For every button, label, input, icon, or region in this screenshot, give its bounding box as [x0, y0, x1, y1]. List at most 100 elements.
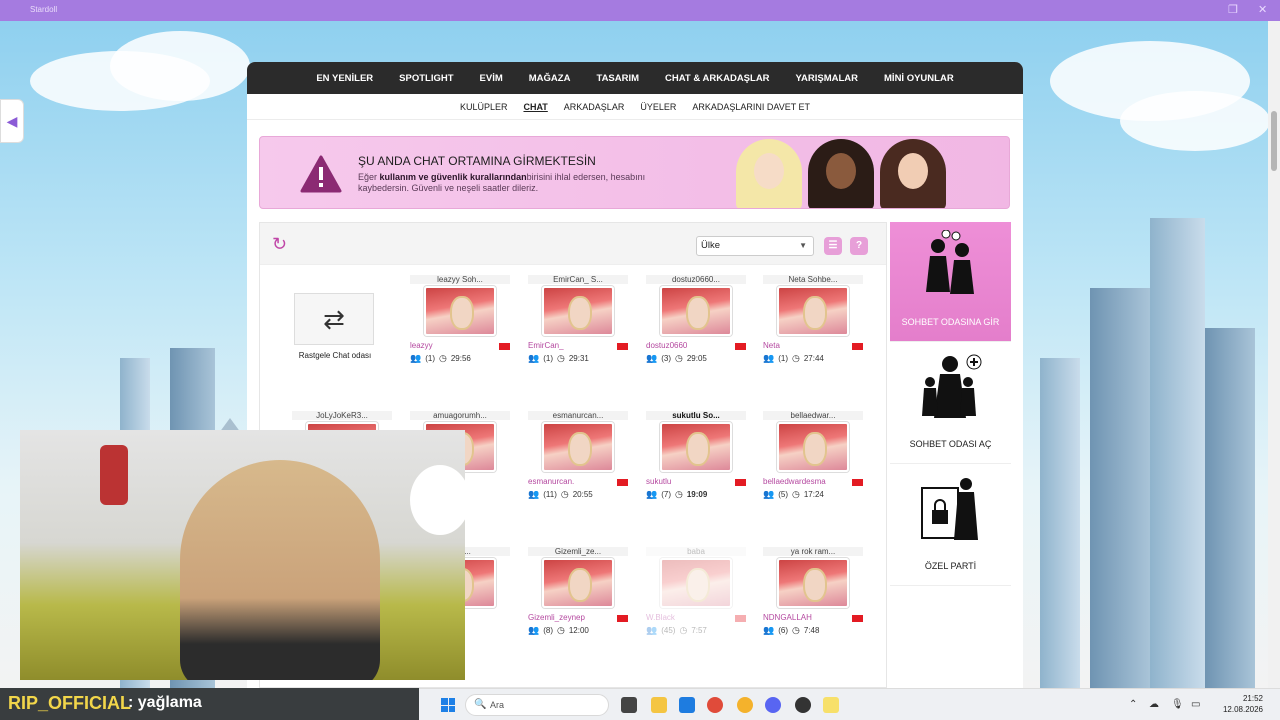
private-party-button[interactable]: ÖZEL PARTİ: [890, 466, 1011, 586]
room-user-count: (45): [661, 626, 676, 635]
windows-start-icon[interactable]: [441, 698, 455, 712]
shuffle-icon: ⇄: [294, 293, 374, 345]
room-time: 27:44: [803, 354, 824, 363]
room-owner-link[interactable]: esmanurcan.: [528, 477, 574, 486]
room-user-count: (11): [543, 490, 557, 499]
microphone-icon[interactable]: 🎙: [1171, 699, 1184, 710]
room-name: Gizemli_ze...: [528, 547, 628, 556]
sub-nav: KULÜPLER CHAT ARKADAŞLAR ÜYELER ARKADAŞL…: [247, 94, 1023, 120]
room-time: 19:09: [686, 490, 708, 499]
discord-icon[interactable]: [765, 697, 781, 713]
open-chat-room-button[interactable]: SOHBET ODASI AÇ: [890, 344, 1011, 464]
task-view-icon[interactable]: [621, 697, 637, 713]
taskbar-clock[interactable]: 21:52 12.08.2026: [1213, 693, 1263, 715]
room-owner-link[interactable]: leazyy: [410, 341, 433, 350]
browser-icon[interactable]: [737, 697, 753, 713]
chat-room-card[interactable]: ya rok ram... NDNGALLAH 👥 (6) ◷ 7:48: [763, 547, 863, 647]
doll-illustration: [808, 139, 874, 208]
chevron-up-icon[interactable]: ⌃: [1129, 699, 1137, 710]
room-thumbnail: [542, 286, 614, 336]
clock-icon: ◷: [439, 353, 447, 363]
battery-icon[interactable]: ▭: [1191, 699, 1200, 710]
obs-icon[interactable]: [795, 697, 811, 713]
taskbar: 🔍 Ara ⌃ ☁ 🎙 ▭ 21:52 12.08.2026: [419, 688, 1280, 720]
room-owner-link[interactable]: NDNGALLAH: [763, 613, 812, 622]
enter-chat-room-button[interactable]: SOHBET ODASINA GİR: [890, 222, 1011, 342]
room-owner-link[interactable]: dostuz0660: [646, 341, 687, 350]
nav-chat-arkadaslar[interactable]: CHAT & ARKADAŞLAR: [652, 73, 783, 84]
room-thumbnail: [660, 558, 732, 608]
room-owner-link[interactable]: Gizemli_zeynep: [528, 613, 585, 622]
room-time: 20:55: [572, 490, 593, 499]
chrome-icon[interactable]: [707, 697, 723, 713]
room-owner-link[interactable]: bellaedwardesma: [763, 477, 826, 486]
two-women-chat-icon: [926, 230, 974, 294]
nav-evim[interactable]: EVİM: [467, 73, 516, 84]
chat-room-card[interactable]: EmirCan_ S... EmirCan_ 👥 (1) ◷ 29:31: [528, 275, 628, 375]
room-time: 17:24: [803, 490, 824, 499]
room-time: 7:57: [691, 626, 707, 635]
users-icon: 👥: [646, 489, 658, 499]
chat-bubble-icon[interactable]: ☰: [824, 237, 842, 255]
chat-room-card[interactable]: sukutlu So... sukutlu 👥 (7) ◷ 19:09: [646, 411, 746, 511]
random-chat-room[interactable]: ⇄ Rastgele Chat odası: [294, 293, 376, 373]
room-owner-link[interactable]: W.Black: [646, 613, 675, 622]
nav-magaza[interactable]: MAĞAZA: [516, 73, 584, 84]
chat-room-card[interactable]: Neta Sohbe... Neta 👥 (1) ◷ 27:44: [763, 275, 863, 375]
side-expand-tab[interactable]: ◀: [0, 99, 24, 143]
users-icon: 👥: [763, 489, 775, 499]
stardoll-app-icon[interactable]: [823, 697, 839, 713]
file-explorer-icon[interactable]: [651, 697, 667, 713]
page-scrollbar[interactable]: [1268, 21, 1280, 688]
window-title: Stardoll: [30, 5, 58, 14]
turkey-flag-icon: [852, 479, 863, 486]
nav-spotlight[interactable]: SPOTLIGHT: [386, 73, 466, 84]
chat-room-card[interactable]: leazyy Soh... leazyy 👥 (1) ◷ 29:56: [410, 275, 510, 375]
room-owner-link[interactable]: sukutlu: [646, 477, 671, 486]
room-owner-link[interactable]: Neta: [763, 341, 780, 350]
chat-room-card[interactable]: bellaedwar... bellaedwardesma 👥 (5) ◷ 17:24: [763, 411, 863, 511]
nav-en-yeniler[interactable]: EN YENİLER: [303, 73, 386, 84]
subnav-davet-et[interactable]: ARKADAŞLARINI DAVET ET: [684, 102, 818, 112]
users-icon: 👥: [528, 625, 540, 635]
warning-text: Eğer kullanım ve güvenlik kurallarındanb…: [358, 172, 646, 193]
turkey-flag-icon: [617, 479, 628, 486]
refresh-icon[interactable]: ↻: [272, 235, 290, 253]
users-icon: 👥: [410, 353, 422, 363]
taskbar-search[interactable]: 🔍 Ara: [465, 694, 609, 716]
help-button[interactable]: ?: [850, 237, 868, 255]
room-stats: 👥 (3) ◷ 29:05: [646, 353, 707, 364]
store-icon[interactable]: [679, 697, 695, 713]
caption-message: : yağlama: [128, 694, 202, 711]
doll-illustration: [736, 139, 802, 208]
room-thumbnail: [777, 558, 849, 608]
room-name: Neta Sohbe...: [763, 275, 863, 284]
rooms-toolbar: ↻ Ülke ▼ ☰ ?: [260, 223, 886, 265]
webcam-overlay: [20, 430, 465, 680]
chat-room-card[interactable]: Gizemli_ze... Gizemli_zeynep 👥 (8) ◷ 12:00: [528, 547, 628, 647]
nav-yarismalar[interactable]: YARIŞMALAR: [783, 73, 871, 84]
room-name: baba: [646, 547, 746, 556]
room-user-count: (7): [661, 490, 671, 499]
rules-link[interactable]: kullanım ve güvenlik kurallarından: [380, 172, 527, 182]
subnav-uyeler[interactable]: ÜYELER: [632, 102, 684, 112]
country-select[interactable]: Ülke ▼: [696, 236, 814, 256]
turkey-flag-icon: [852, 343, 863, 350]
subnav-kulupler[interactable]: KULÜPLER: [452, 102, 516, 112]
clock-icon: ◷: [792, 353, 800, 363]
room-user-count: (1): [425, 354, 435, 363]
chat-room-card[interactable]: esmanurcan... esmanurcan. 👥 (11) ◷ 20:55: [528, 411, 628, 511]
close-icon[interactable]: ✕: [1258, 3, 1267, 16]
subnav-arkadaslar[interactable]: ARKADAŞLAR: [556, 102, 633, 112]
room-time: 29:05: [686, 354, 707, 363]
chat-room-card[interactable]: dostuz0660... dostuz0660 👥 (3) ◷ 29:05: [646, 275, 746, 375]
nav-mini-oyunlar[interactable]: MİNİ OYUNLAR: [871, 73, 967, 84]
main-nav: EN YENİLER SPOTLIGHT EVİM MAĞAZA TASARIM…: [247, 62, 1023, 94]
subnav-chat[interactable]: CHAT: [515, 102, 555, 112]
nav-tasarim[interactable]: TASARIM: [583, 73, 652, 84]
room-owner-link[interactable]: EmirCan_: [528, 341, 564, 350]
chat-room-card[interactable]: baba W.Black 👥 (45) ◷ 7:57: [646, 547, 746, 647]
cloud-icon[interactable]: ☁: [1149, 699, 1159, 710]
room-name: JoLyJoKeR3...: [292, 411, 392, 420]
restore-icon[interactable]: ❐: [1228, 3, 1238, 16]
